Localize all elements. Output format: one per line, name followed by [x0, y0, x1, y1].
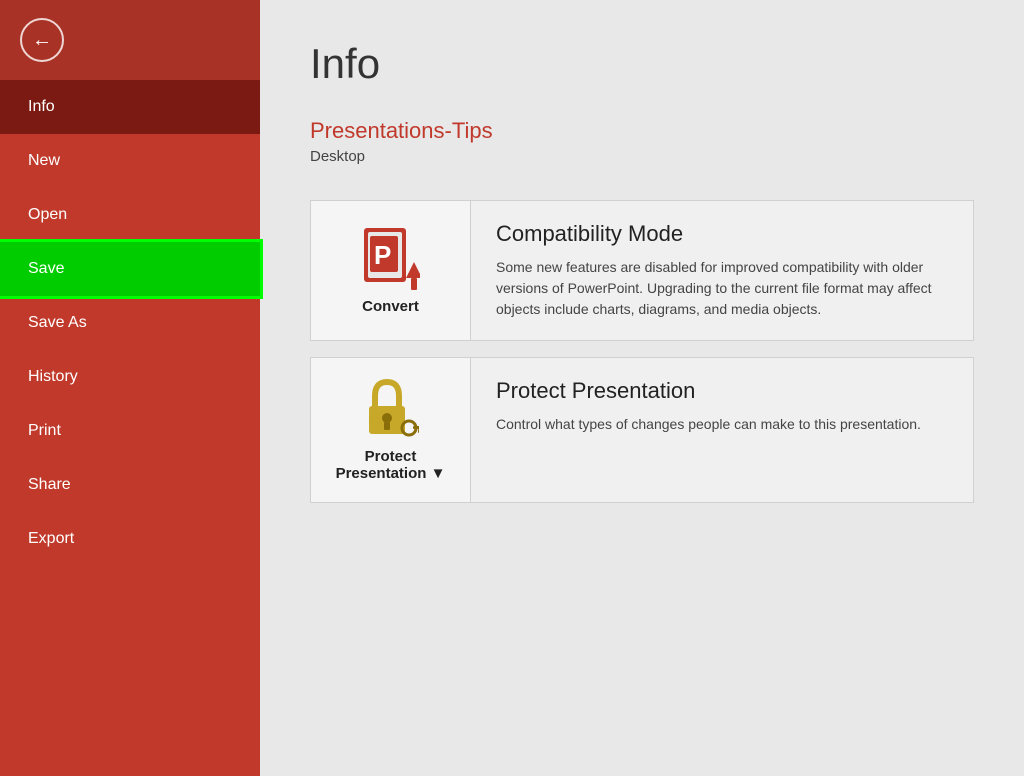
file-info: Presentations-Tips Desktop [310, 118, 974, 165]
protect-label: Protect Presentation ▼ [336, 448, 446, 482]
sidebar-item-save-as[interactable]: Save As [0, 296, 260, 350]
main-content: Info Presentations-Tips Desktop P [260, 0, 1024, 776]
protect-card[interactable]: Protect Presentation ▼ Protect Presentat… [310, 357, 974, 503]
convert-icon-area: P Convert [311, 201, 471, 340]
sidebar-nav: Info New Open Save Save As History Print… [0, 80, 260, 776]
convert-icon: P [362, 226, 420, 290]
convert-title: Compatibility Mode [496, 221, 948, 247]
convert-label: Convert [362, 298, 419, 315]
protect-description: Control what types of changes people can… [496, 414, 948, 435]
sidebar-item-history[interactable]: History [0, 350, 260, 404]
sidebar-item-print[interactable]: Print [0, 404, 260, 458]
back-arrow-icon: ← [32, 30, 52, 50]
page-title: Info [310, 40, 974, 88]
convert-content: Compatibility Mode Some new features are… [471, 201, 973, 340]
back-button[interactable]: ← [20, 18, 64, 62]
protect-icon [363, 378, 419, 440]
sidebar-item-export[interactable]: Export [0, 512, 260, 566]
sidebar-item-share[interactable]: Share [0, 458, 260, 512]
sidebar-item-save[interactable]: Save [0, 242, 260, 296]
protect-icon-area: Protect Presentation ▼ [311, 358, 471, 502]
convert-card[interactable]: P Convert Compatibility Mode Some new fe… [310, 200, 974, 341]
sidebar-item-open[interactable]: Open [0, 188, 260, 242]
file-name: Presentations-Tips [310, 118, 974, 144]
back-button-area: ← [0, 0, 260, 80]
svg-text:P: P [374, 240, 391, 270]
convert-description: Some new features are disabled for impro… [496, 257, 948, 320]
sidebar-item-info[interactable]: Info [0, 80, 260, 134]
sidebar: ← Info New Open Save Save As History Pri… [0, 0, 260, 776]
protect-title: Protect Presentation [496, 378, 948, 404]
file-location: Desktop [310, 148, 974, 165]
protect-content: Protect Presentation Control what types … [471, 358, 973, 502]
sidebar-item-new[interactable]: New [0, 134, 260, 188]
